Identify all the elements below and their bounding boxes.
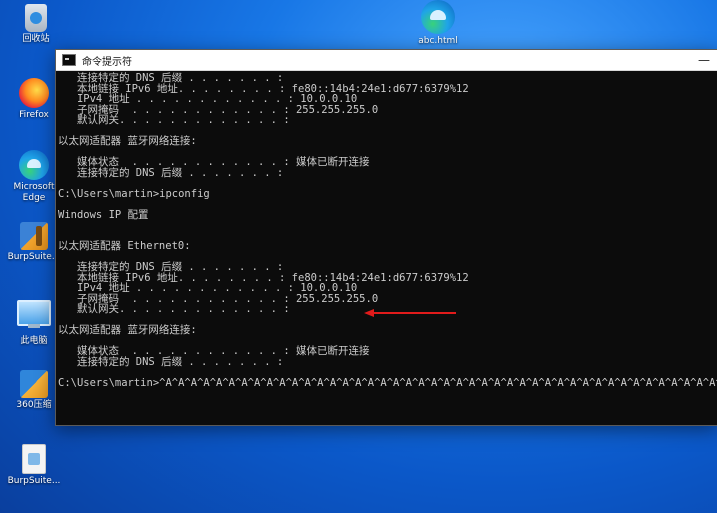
firefox-icon [19,78,49,108]
console-line: 媒体状态 . . . . . . . . . . . . : 媒体已断开连接 [58,345,370,357]
desktop-icon-firefox[interactable]: Firefox [6,78,62,121]
desktop-icon-label: 此电脑 [20,336,48,346]
file-icon [22,444,46,474]
console-line: 连接特定的 DNS 后缀 . . . . . . . : [58,72,284,84]
desktop-icon-label: BurpSuite... [7,476,61,486]
console-line: 媒体状态 . . . . . . . . . . . . : 媒体已断开连接 [58,156,370,168]
zip-archive-icon [20,370,48,398]
terminal-icon [62,54,76,66]
console-line: IPv4 地址 . . . . . . . . . . . . : 10.0.0… [58,93,358,105]
desktop-icon-label: BurpSuite... [7,252,61,262]
desktop-icon-label: 360压缩 [16,400,52,410]
desktop-icon-360zip[interactable]: 360压缩 [6,370,62,411]
console-output[interactable]: 连接特定的 DNS 后缀 . . . . . . . : 本地链接 IPv6 地… [56,71,717,424]
red-arrow-icon [364,309,456,317]
desktop-icon-label: Microsoft Edge [13,182,55,203]
desktop-icon-abc-html[interactable]: abc.html [410,0,466,47]
console-line: 连接特定的 DNS 后缀 . . . . . . . : [58,355,284,368]
window-titlebar[interactable]: 命令提示符 — [56,50,717,71]
desktop-icon-burpsuite-file[interactable]: BurpSuite... [6,444,62,487]
desktop-icon-label: 回收站 [22,34,50,44]
console-line: C:\Users\martin>^A^A^A^A^A^A^A^A^A^A^A^A… [58,376,717,389]
console-line: C:\Users\martin>ipconfig [58,187,210,200]
console-line: 默认网关. . . . . . . . . . . . . : [58,114,290,126]
edge-html-file-icon [421,0,455,34]
desktop-icon-edge[interactable]: Microsoft Edge [6,150,62,204]
console-line: 连接特定的 DNS 后缀 . . . . . . . : [58,166,284,179]
desktop-icon-this-pc[interactable]: 此电脑 [6,294,62,347]
console-line: Windows IP 配置 [58,208,149,221]
console-line: IPv4 地址 . . . . . . . . . . . . : 10.0.0… [58,282,358,294]
desktop-icon-burpsuite[interactable]: BurpSuite... [6,222,62,263]
console-line: 连接特定的 DNS 后缀 . . . . . . . : [58,261,284,273]
desktop-icon-label: abc.html [418,36,458,46]
console-line: 以太网适配器 Ethernet0: [58,240,191,252]
recycle-bin-icon [25,4,47,32]
console-line: 以太网适配器 蓝牙网络连接: [58,135,197,147]
edge-icon [19,150,49,180]
desktop-icon-recycle-bin[interactable]: 回收站 [8,4,64,45]
computer-icon [17,300,51,328]
minimize-button[interactable]: — [690,53,717,67]
desktop-icon-label: Firefox [19,110,49,120]
console-line: 以太网适配器 蓝牙网络连接: [58,324,197,336]
command-prompt-window[interactable]: 命令提示符 — 连接特定的 DNS 后缀 . . . . . . . : 本地链… [55,49,717,426]
window-title: 命令提示符 [82,56,132,68]
burpsuite-icon [20,222,48,250]
